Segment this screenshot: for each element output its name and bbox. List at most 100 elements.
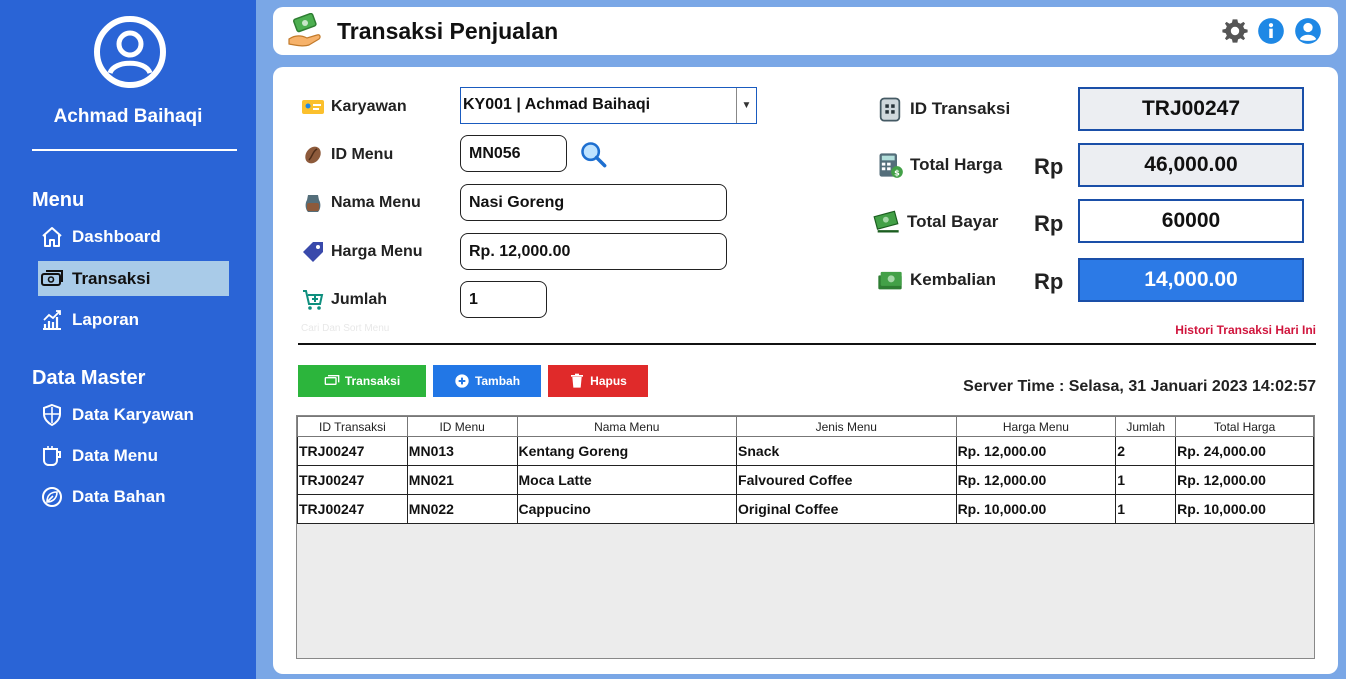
sidebar-item-label: Laporan (72, 309, 140, 329)
sidebar-item-data-bahan[interactable]: Data Bahan (38, 479, 229, 514)
info-icon[interactable] (1257, 17, 1285, 45)
table-cell: TRJ00247 (297, 465, 408, 495)
table-header-row: ID Transaksi ID Menu Nama Menu Jenis Men… (297, 416, 1314, 437)
column-header[interactable]: ID Menu (406, 416, 518, 437)
kembalian-label: Kembalian (876, 266, 996, 294)
search-hint: Cari Dan Sort Menu (301, 323, 390, 334)
transaction-grid: ID Transaksi ID Menu Nama Menu Jenis Men… (297, 416, 1314, 524)
karyawan-select-value: KY001 | Achmad Baihaqi (463, 96, 651, 113)
table-cell: Original Coffee (736, 494, 957, 524)
id-menu-label: ID Menu (301, 143, 393, 167)
total-bayar-label: Total Bayar (873, 208, 998, 236)
table-cell: TRJ00247 (297, 494, 408, 524)
currency-label: Rp (1034, 269, 1064, 294)
jumlah-label: Jumlah (301, 288, 387, 312)
price-tag-icon (303, 242, 323, 262)
user-profile-icon[interactable] (1294, 17, 1322, 45)
home-icon (42, 226, 62, 247)
sidebar-item-dashboard[interactable]: Dashboard (38, 219, 229, 254)
coffee-pot-icon (305, 195, 321, 212)
data-master-section-title: Data Master (32, 367, 146, 389)
harga-menu-label: Harga Menu (301, 240, 423, 264)
user-name: Achmad Baihaqi (53, 106, 203, 127)
sidebar-item-label: Transaksi (72, 268, 151, 288)
sidebar-divider (32, 149, 237, 151)
currency-label: Rp (1034, 211, 1064, 236)
sidebar-item-laporan[interactable]: Laporan (38, 302, 229, 337)
history-link[interactable]: Histori Transaksi Hari Ini (1175, 323, 1316, 337)
table-row[interactable]: TRJ00247 MN013 Kentang Goreng Snack Rp. … (297, 436, 1314, 466)
transaksi-button[interactable]: Transaksi (298, 365, 426, 397)
table-row[interactable]: TRJ00247 MN021 Moca Latte Falvoured Coff… (297, 465, 1314, 495)
page-title: Transaksi Penjualan (337, 18, 559, 44)
user-avatar-icon (94, 16, 166, 88)
sidebar-item-transaksi[interactable]: Transaksi (38, 261, 229, 296)
trash-icon (571, 373, 584, 388)
karyawan-label: Karyawan (301, 95, 407, 119)
table-cell: MN021 (406, 465, 518, 495)
sidebar-item-data-menu[interactable]: Data Menu (38, 438, 229, 473)
table-cell: Rp. 10,000.00 (1175, 494, 1314, 524)
chart-icon (43, 309, 61, 330)
table-cell: Cappucino (516, 494, 738, 524)
money-stack-icon (878, 271, 902, 290)
nama-menu-input[interactable]: Nasi Goreng (460, 184, 727, 221)
total-bayar-input[interactable]: 60000 (1078, 199, 1304, 243)
sidebar-item-label: Data Menu (72, 445, 158, 465)
table-cell: Kentang Goreng (516, 436, 738, 466)
id-menu-input[interactable]: MN056 (460, 135, 567, 172)
leaf-icon (42, 486, 62, 507)
id-transaksi-field: TRJ00247 (1078, 87, 1304, 131)
table-cell: Snack (736, 436, 957, 466)
table-cell: 2 (1115, 436, 1177, 466)
transaction-card: Karyawan KY001 | Achmad Baihaqi ▼ ID Men… (273, 67, 1338, 674)
total-harga-label: $ Total Harga (876, 151, 1002, 179)
table-cell: Rp. 12,000.00 (955, 436, 1117, 466)
column-header[interactable]: Nama Menu (516, 416, 738, 437)
column-header[interactable]: Total Harga (1175, 416, 1314, 437)
search-icon[interactable] (579, 140, 607, 168)
qr-scanner-icon (879, 97, 901, 122)
calculator-icon: $ (879, 153, 903, 178)
column-header[interactable]: Jumlah (1115, 416, 1177, 437)
table-cell: Rp. 24,000.00 (1175, 436, 1314, 466)
transaction-table[interactable]: ID Transaksi ID Menu Nama Menu Jenis Men… (296, 415, 1315, 659)
table-cell: Rp. 12,000.00 (1175, 465, 1314, 495)
sidebar-item-label: Dashboard (72, 226, 161, 246)
jumlah-input[interactable]: 1 (460, 281, 547, 318)
table-cell: Rp. 12,000.00 (955, 465, 1117, 495)
plus-circle-icon (455, 374, 469, 388)
table-cell: 1 (1115, 465, 1177, 495)
chevron-down-icon[interactable]: ▼ (736, 88, 756, 123)
cart-add-icon (303, 290, 324, 310)
total-harga-field: 46,000.00 (1078, 143, 1304, 187)
sidebar-item-label: Data Bahan (72, 486, 166, 506)
table-cell: Moca Latte (516, 465, 738, 495)
column-header[interactable]: ID Transaksi (297, 416, 408, 437)
hapus-button[interactable]: Hapus (548, 365, 648, 397)
table-row[interactable]: TRJ00247 MN022 Cappucino Original Coffee… (297, 494, 1314, 524)
kembalian-field: 14,000.00 (1078, 258, 1304, 302)
coffee-bean-icon (305, 146, 321, 164)
money-icon (41, 269, 63, 286)
table-cell: 1 (1115, 494, 1177, 524)
table-cell: TRJ00247 (297, 436, 408, 466)
nama-menu-label: Nama Menu (301, 191, 421, 215)
tambah-button[interactable]: Tambah (433, 365, 541, 397)
harga-menu-input[interactable]: Rp. 12,000.00 (460, 233, 727, 270)
column-header[interactable]: Harga Menu (955, 416, 1117, 437)
section-divider (298, 343, 1316, 345)
sidebar: Achmad Baihaqi Menu Dashboard Transaksi … (0, 0, 256, 679)
column-header[interactable]: Jenis Menu (736, 416, 957, 437)
money-icon (324, 375, 340, 385)
table-cell: Rp. 10,000.00 (955, 494, 1117, 524)
table-cell: MN022 (406, 494, 518, 524)
gear-icon[interactable] (1221, 17, 1249, 45)
karyawan-select[interactable]: KY001 | Achmad Baihaqi ▼ (460, 87, 757, 124)
shield-icon (43, 403, 61, 426)
cup-icon (43, 445, 61, 466)
svg-text:$: $ (894, 168, 900, 178)
sidebar-item-data-karyawan[interactable]: Data Karyawan (38, 397, 229, 432)
sidebar-item-label: Data Karyawan (72, 404, 194, 424)
menu-section-title: Menu (32, 189, 85, 211)
